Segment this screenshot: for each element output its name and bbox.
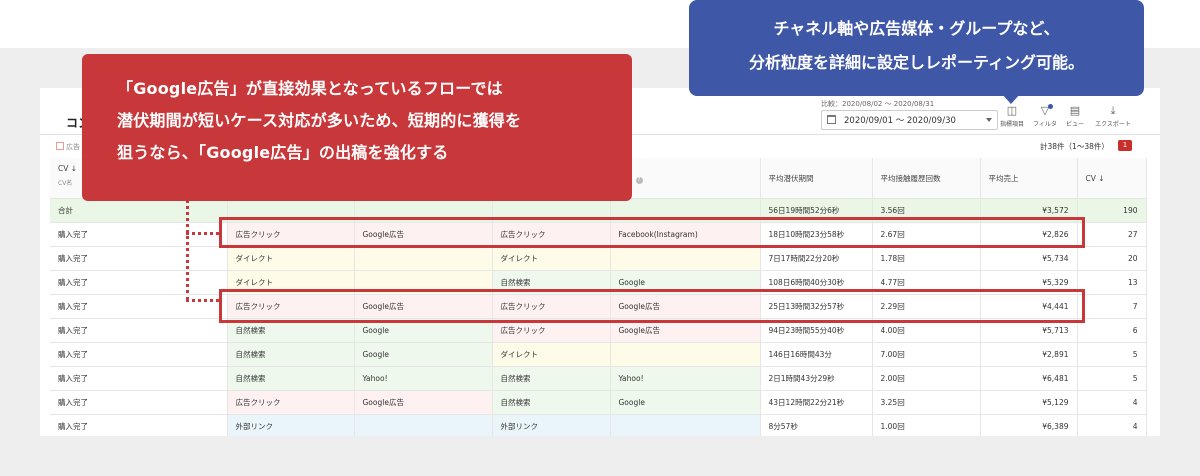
latency-cell: 43日12時間22分21秒 — [760, 390, 873, 415]
latency-cell: 8分57秒 — [760, 414, 873, 436]
col-cv[interactable]: CV ↓ — [1077, 158, 1147, 199]
contacts-cell: 3.25回 — [872, 390, 981, 415]
highlight-row-facebook — [219, 217, 1085, 248]
cv-cell: 5 — [1077, 342, 1147, 367]
touch-2-cell: ダイレクト — [492, 246, 611, 271]
connector-upper — [186, 232, 219, 235]
table-row[interactable]: 購入完了 自然検索 Google ダイレクト 146日16時間43分 7.00回 ¥2,89… — [50, 342, 1147, 367]
export-button[interactable]: ⤓ エクスポート — [1095, 104, 1131, 128]
cv-cell: 6 — [1077, 318, 1147, 343]
feature-line-2: 分析粒度を詳細に設定しレポーティング可能。 — [748, 53, 1085, 72]
touch-1-detail-cell: Google広告 — [354, 390, 493, 415]
cv-cell: 4 — [1077, 390, 1147, 415]
sales-cell: ¥2,891 — [980, 342, 1078, 367]
touch-2-detail-cell — [610, 342, 761, 367]
compare-date-label: 比較：2020/08/02 〜 2020/08/31 — [821, 100, 935, 108]
cv-cell: 27 — [1077, 222, 1147, 247]
table-row[interactable]: 購入完了 広告クリック Google広告 自然検索 Google 43日12時間22分21… — [50, 390, 1147, 415]
cv-cell: 20 — [1077, 246, 1147, 271]
sales-cell: ¥5,129 — [980, 390, 1078, 415]
cv-name-cell: 購入完了 — [50, 246, 228, 271]
callout-tail — [1002, 94, 1020, 104]
touch-2-detail-cell — [610, 414, 761, 436]
cv-name-cell: 購入完了 — [50, 366, 228, 391]
touch-2-detail-cell: Google — [610, 390, 761, 415]
checkbox-icon — [56, 142, 64, 150]
feature-callout: チャネル軸や広告媒体・グループなど、 分析粒度を詳細に設定しレポーティング可能。 — [689, 0, 1144, 104]
cv-name-cell: 購入完了 — [50, 270, 228, 295]
page-badge[interactable]: 1 — [1118, 140, 1132, 151]
touch-2-cell: 外部リンク — [492, 414, 611, 436]
insight-line-1: 「Google広告」が直接効果となっているフローでは — [117, 79, 503, 98]
calendar-icon — [827, 115, 836, 124]
cv-name-cell: 購入完了 — [50, 342, 228, 367]
highlight-row-google — [219, 289, 1085, 323]
touch-2-cell: ダイレクト — [492, 342, 611, 367]
insight-callout: 「Google広告」が直接効果となっているフローでは 潜伏期間が短いケース対応が… — [82, 54, 632, 201]
sales-cell: ¥5,734 — [980, 246, 1078, 271]
touch-2-cell: 自然検索 — [492, 390, 611, 415]
insight-line-3: 狙うなら、「Google広告」の出稿を強化する — [117, 143, 449, 162]
table-row[interactable]: 購入完了 自然検索 Yahoo! 自然検索 Yahoo! 2日1時間43分29秒 2.00回… — [50, 366, 1147, 391]
touch-1-cell: 自然検索 — [227, 342, 355, 367]
table-row[interactable]: 購入完了 外部リンク 外部リンク 8分57秒 1.00回 ¥6,389 4 — [50, 414, 1147, 436]
result-count: 計38件（1〜38件） — [1040, 142, 1109, 151]
filter-chip[interactable]: 広告 — [56, 142, 80, 152]
col-category[interactable]: ゴリ? — [610, 158, 761, 199]
sales-cell: ¥6,481 — [980, 366, 1078, 391]
connector-vertical — [186, 199, 189, 301]
col-avg-sales[interactable]: 平均売上 — [980, 158, 1078, 199]
cv-name-cell: 購入完了 — [50, 414, 228, 436]
view-label: ビュー — [1065, 121, 1084, 128]
touch-1-cell: ダイレクト — [227, 246, 355, 271]
table-body: 購入完了 広告クリック Google広告 広告クリック Facebook(Instagr… — [50, 222, 1147, 436]
touch-2-detail-cell — [610, 246, 761, 271]
touch-1-detail-cell: Google — [354, 342, 493, 367]
touch-1-detail-cell — [354, 246, 493, 271]
help-icon[interactable]: ? — [635, 176, 643, 184]
view-button[interactable]: ▤ ビュー — [1057, 104, 1093, 128]
cv-cell: 7 — [1077, 294, 1147, 319]
total-cv: 190 — [1077, 198, 1147, 223]
date-range-picker[interactable]: 2020/09/01 〜 2020/09/30 — [821, 110, 998, 130]
contacts-cell: 2.00回 — [872, 366, 981, 391]
columns-icon: ◫ — [1006, 104, 1018, 117]
latency-cell: 2日1時間43分29秒 — [760, 366, 873, 391]
touch-1-detail-cell — [354, 414, 493, 436]
sales-cell: ¥6,389 — [980, 414, 1078, 436]
cv-name-cell: 購入完了 — [50, 318, 228, 343]
cv-cell: 13 — [1077, 270, 1147, 295]
total-label: 合計 — [50, 198, 228, 223]
latency-cell: 146日16時間43分 — [760, 342, 873, 367]
view-icon: ▤ — [1069, 104, 1081, 117]
contacts-cell: 1.78回 — [872, 246, 981, 271]
insight-line-2: 潜伏期間が短いケース対応が多いため、短期的に獲得を — [117, 111, 522, 130]
contacts-cell: 7.00回 — [872, 342, 981, 367]
touch-2-detail-cell: Yahoo! — [610, 366, 761, 391]
cv-name-cell: 購入完了 — [50, 390, 228, 415]
filter-label: フィルタ — [1033, 121, 1057, 128]
connector-lower — [186, 299, 219, 302]
touch-1-cell: 自然検索 — [227, 366, 355, 391]
col-avg-contacts[interactable]: 平均接触履歴回数 — [872, 158, 981, 199]
chevron-down-icon — [986, 118, 992, 122]
columns-label: 指標項目 — [999, 121, 1024, 128]
touch-1-cell: 広告クリック — [227, 390, 355, 415]
feature-line-1: チャネル軸や広告媒体・グループなど、 — [773, 19, 1060, 38]
filter-chip-label: 広告 — [66, 143, 80, 151]
touch-2-cell: 自然検索 — [492, 366, 611, 391]
columns-button[interactable]: ◫ 指標項目 — [994, 104, 1030, 128]
col-avg-latency[interactable]: 平均潜伏期間 — [760, 158, 873, 199]
touch-1-detail-cell: Yahoo! — [354, 366, 493, 391]
cv-cell: 4 — [1077, 414, 1147, 436]
date-range-value: 2020/09/01 〜 2020/09/30 — [844, 116, 956, 126]
touch-1-cell: 外部リンク — [227, 414, 355, 436]
contacts-cell: 1.00回 — [872, 414, 981, 436]
export-label: エクスポート — [1095, 121, 1131, 128]
cv-cell: 5 — [1077, 366, 1147, 391]
download-icon: ⤓ — [1110, 104, 1116, 117]
table-row[interactable]: 購入完了 ダイレクト ダイレクト 7日17時間22分20秒 1.78回 ¥5,734 20 — [50, 246, 1147, 271]
latency-cell: 7日17時間22分20秒 — [760, 246, 873, 271]
filter-active-dot — [1048, 104, 1053, 109]
